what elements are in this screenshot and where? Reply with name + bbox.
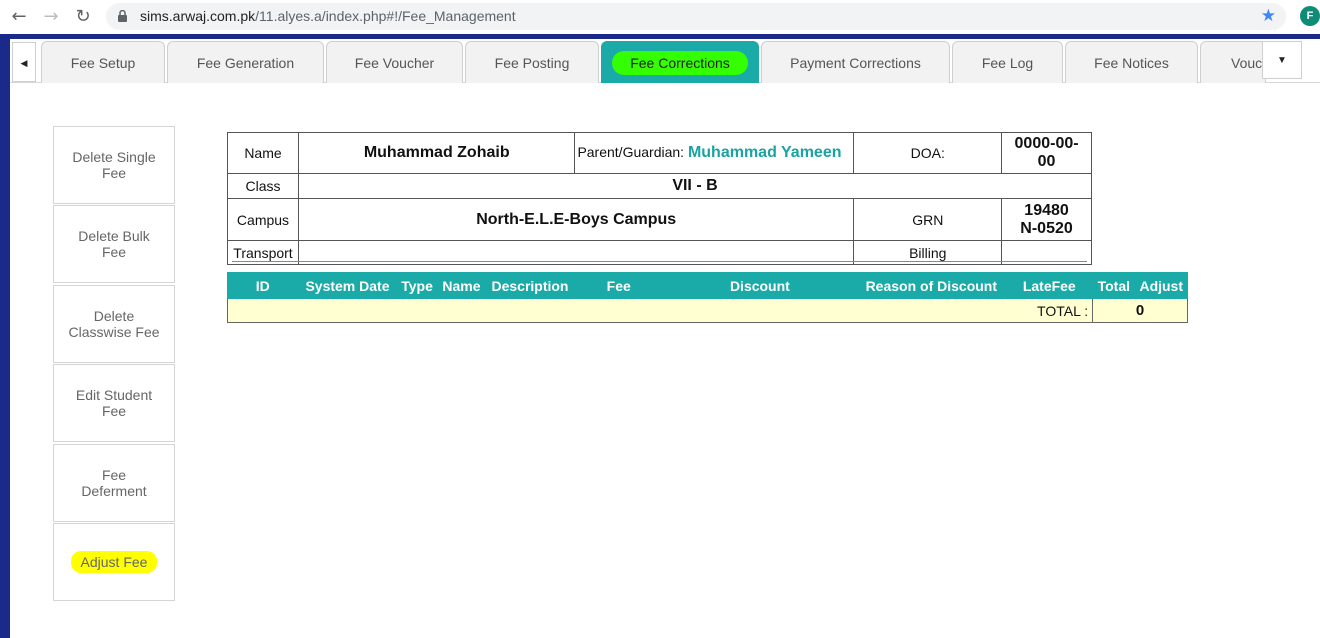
address-bar[interactable]: sims.arwaj.com.pk/11.alyes.a/index.php#!… bbox=[106, 3, 1286, 30]
app-content bbox=[10, 39, 1320, 638]
sidebar-item-label: Edit Student Fee bbox=[75, 387, 153, 419]
tab-voucher-truncated[interactable]: Vouc bbox=[1200, 41, 1266, 83]
tab-label: Fee Voucher bbox=[354, 55, 435, 71]
col-header-discount: Discount bbox=[662, 272, 858, 299]
url-text: sims.arwaj.com.pk/11.alyes.a/index.php#!… bbox=[140, 8, 516, 24]
doa-value: 0000-00-00 bbox=[1001, 132, 1092, 174]
tab-scroll-left-icon[interactable]: ◀ bbox=[12, 42, 36, 82]
fee-table: ID System Date Type Name Description Fee… bbox=[226, 272, 1188, 323]
grn-number: 19480 bbox=[1024, 201, 1069, 219]
tab-label: Fee Log bbox=[981, 55, 1034, 71]
url-path: /11.alyes.a/index.php#!/Fee_Management bbox=[255, 8, 516, 24]
app-frame bbox=[0, 34, 1320, 638]
tab-fee-notices[interactable]: Fee Notices bbox=[1065, 41, 1198, 83]
tab-payment-corrections[interactable]: Payment Corrections bbox=[761, 41, 950, 83]
grn-code: N-0520 bbox=[1020, 219, 1073, 237]
sidebar-item-delete-single-fee[interactable]: Delete Single Fee bbox=[53, 126, 175, 204]
tab-label: Fee Posting bbox=[494, 55, 570, 71]
bookmark-star-icon[interactable]: ★ bbox=[1261, 6, 1276, 26]
col-header-latefee: LateFee bbox=[1005, 272, 1094, 299]
grn-value: 19480 N-0520 bbox=[1001, 198, 1092, 241]
sidebar-item-adjust-fee[interactable]: Adjust Fee bbox=[53, 523, 175, 601]
campus-label: Campus bbox=[227, 198, 299, 241]
col-header-reason-of-discount: Reason of Discount bbox=[856, 272, 1007, 299]
sidebar-item-label: Delete Single Fee bbox=[72, 149, 156, 181]
col-header-total: Total bbox=[1092, 272, 1136, 299]
sidebar-item-delete-classwise-fee[interactable]: Delete Classwise Fee bbox=[53, 285, 175, 363]
guardian-cell: Parent/Guardian: Muhammad Yameen bbox=[574, 132, 855, 174]
sidebar-item-fee-deferment[interactable]: Fee Deferment bbox=[53, 444, 175, 522]
tab-label: Fee Notices bbox=[1094, 55, 1169, 71]
name-label: Name bbox=[227, 132, 299, 174]
tab-bar: ◀ Fee Setup Fee Generation Fee Voucher F… bbox=[10, 39, 1320, 83]
student-name: Muhammad Zohaib bbox=[297, 132, 576, 174]
tab-overflow-menu-icon[interactable]: ▼ bbox=[1262, 41, 1302, 79]
col-header-fee: Fee bbox=[573, 272, 664, 299]
tab-fee-setup[interactable]: Fee Setup bbox=[41, 41, 165, 83]
col-header-type: Type bbox=[396, 272, 438, 299]
tab-fee-log[interactable]: Fee Log bbox=[952, 41, 1063, 83]
guardian-label: Parent/Guardian: bbox=[577, 144, 685, 160]
lock-icon bbox=[118, 10, 127, 22]
guardian-name: Muhammad Yameen bbox=[687, 144, 842, 161]
tab-label: Fee Setup bbox=[70, 55, 136, 71]
class-value: VII - B bbox=[297, 173, 1093, 199]
fee-table-header-row: ID System Date Type Name Description Fee… bbox=[227, 272, 1188, 299]
col-header-id: ID bbox=[227, 272, 299, 299]
sidebar-item-label: Delete Bulk Fee bbox=[78, 228, 150, 260]
sidebar-item-delete-bulk-fee[interactable]: Delete Bulk Fee bbox=[53, 205, 175, 283]
divider bbox=[232, 261, 1087, 262]
total-label: TOTAL : bbox=[226, 298, 1094, 323]
profile-avatar[interactable]: F bbox=[1300, 6, 1320, 26]
tab-fee-generation[interactable]: Fee Generation bbox=[167, 41, 324, 83]
sidebar-item-label: Adjust Fee bbox=[70, 551, 158, 573]
fee-table-total-row: TOTAL : 0 bbox=[226, 298, 1188, 323]
campus-value: North-E.L.E-Boys Campus bbox=[297, 198, 855, 241]
tab-label: Fee Generation bbox=[196, 55, 295, 71]
total-value: 0 bbox=[1092, 298, 1188, 323]
col-header-name: Name bbox=[436, 272, 487, 299]
tab-label: Fee Corrections bbox=[612, 51, 748, 75]
col-header-system-date: System Date bbox=[297, 272, 398, 299]
forward-icon[interactable]: → bbox=[40, 6, 62, 28]
tab-fee-corrections[interactable]: Fee Corrections bbox=[601, 41, 759, 83]
url-host: sims.arwaj.com.pk bbox=[140, 8, 256, 24]
grn-label: GRN bbox=[853, 198, 1003, 241]
tab-fee-posting[interactable]: Fee Posting bbox=[465, 41, 599, 83]
back-icon[interactable]: ← bbox=[8, 6, 30, 28]
reload-icon[interactable]: ↻ bbox=[72, 6, 94, 28]
student-info-table: Name Muhammad Zohaib Parent/Guardian: Mu… bbox=[227, 132, 1093, 265]
class-label: Class bbox=[227, 173, 299, 199]
doa-label: DOA: bbox=[853, 132, 1003, 174]
browser-toolbar: ← → ↻ sims.arwaj.com.pk/11.alyes.a/index… bbox=[0, 0, 1320, 34]
tab-label: Payment Corrections bbox=[790, 55, 921, 71]
tab-label: Vouc bbox=[1231, 55, 1263, 71]
col-header-description: Description bbox=[485, 272, 575, 299]
sidebar-item-edit-student-fee[interactable]: Edit Student Fee bbox=[53, 364, 175, 442]
col-header-adjust: Adjust bbox=[1134, 272, 1188, 299]
sidebar-item-label: Delete Classwise Fee bbox=[68, 308, 160, 340]
sidebar-item-label: Fee Deferment bbox=[81, 467, 147, 499]
tab-fee-voucher[interactable]: Fee Voucher bbox=[326, 41, 463, 83]
